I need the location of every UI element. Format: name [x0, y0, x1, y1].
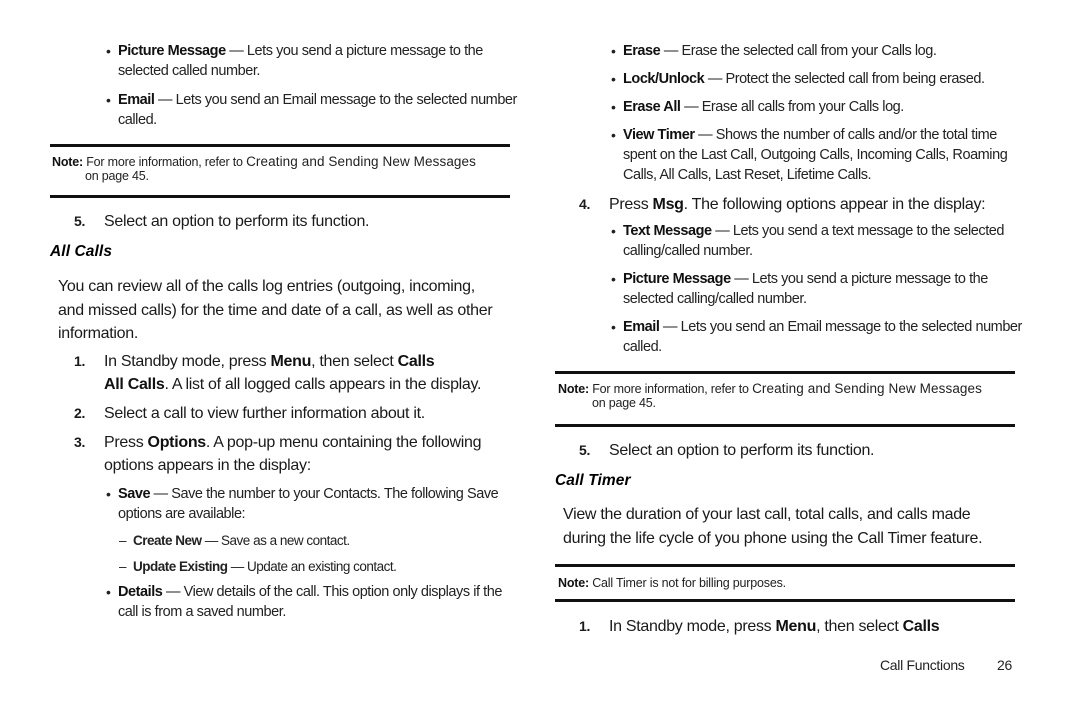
bullet-picture-message: • Picture Message — Lets you send a pict… — [106, 43, 483, 79]
bullet-icon: • — [611, 43, 616, 59]
bullet-icon: • — [611, 223, 616, 239]
bullet-icon: • — [106, 43, 111, 59]
call-timer-intro: View the duration of your last call, tot… — [563, 506, 983, 547]
footer-section-title: Call Functions — [880, 657, 965, 673]
bullet-details: • Details — View details of the call. Th… — [106, 584, 502, 620]
bullet-picture-message-right: • Picture Message — Lets you send a pict… — [611, 271, 988, 307]
manual-page: • Picture Message — Lets you send a pict… — [0, 0, 1080, 720]
dash-icon: – — [119, 533, 127, 548]
bullet-icon: • — [611, 99, 616, 115]
bullet-icon: • — [611, 319, 616, 335]
bullet-icon: • — [611, 271, 616, 287]
bullet-icon: • — [106, 92, 111, 108]
note-messages-right: Note: For more information, refer to Cre… — [558, 381, 982, 411]
dash-icon: – — [119, 559, 127, 574]
bullet-email-right: • Email — Lets you send an Email message… — [611, 319, 1022, 355]
note-bottom-rule — [50, 195, 510, 198]
note-top-rule — [50, 144, 510, 147]
bullet-erase: • Erase — Erase the selected call from y… — [611, 43, 937, 59]
note-billing: Note: Call Timer is not for billing purp… — [558, 576, 786, 590]
note-top-rule — [555, 564, 1015, 567]
bullet-lock-unlock: • Lock/Unlock — Protect the selected cal… — [611, 71, 985, 87]
note-bottom-rule — [555, 424, 1015, 427]
note-reference-link[interactable]: Creating and Sending New Messages — [246, 154, 476, 169]
step-4-msg: 4. Press Msg. The following options appe… — [579, 196, 986, 213]
note-messages-left: Note: For more information, refer to Cre… — [52, 154, 476, 184]
bullet-email: • Email — Lets you send an Email message… — [106, 92, 517, 128]
bullet-text-message: • Text Message — Lets you send a text me… — [611, 223, 1005, 259]
step-3-all-calls: 3. Press Options. A pop-up menu containi… — [74, 434, 482, 474]
page-number: 26 — [997, 657, 1012, 673]
bullet-save: • Save — Save the number to your Contact… — [106, 486, 499, 522]
all-calls-intro: You can review all of the calls log entr… — [58, 278, 493, 342]
note-reference-link[interactable]: Creating and Sending New Messages — [752, 381, 982, 396]
bullet-icon: • — [106, 486, 111, 502]
sub-option-create-new: – Create New — Save as a new contact. — [119, 531, 513, 551]
step-2-all-calls: 2. Select a call to view further informa… — [74, 405, 425, 422]
sub-option-update-existing: – Update Existing — Update an existing c… — [119, 557, 513, 577]
bullet-view-timer: • View Timer — Shows the number of calls… — [611, 127, 1008, 183]
section-heading-all-calls: All Calls — [50, 243, 113, 260]
bullet-erase-all: • Erase All — Erase all calls from your … — [611, 99, 904, 115]
bullet-icon: • — [611, 71, 616, 87]
note-bottom-rule — [555, 599, 1015, 602]
section-heading-call-timer: Call Timer — [555, 472, 631, 489]
bullet-icon: • — [106, 584, 111, 600]
step-1-all-calls: 1. In Standby mode, press Menu, then sel… — [74, 353, 482, 393]
bullet-icon: • — [611, 127, 616, 143]
step-5-right: 5. Select an option to perform its funct… — [579, 442, 875, 459]
note-top-rule — [555, 371, 1015, 374]
step-5-left: 5. Select an option to perform its funct… — [74, 213, 370, 230]
step-1-call-timer: 1. In Standby mode, press Menu, then sel… — [579, 618, 940, 635]
